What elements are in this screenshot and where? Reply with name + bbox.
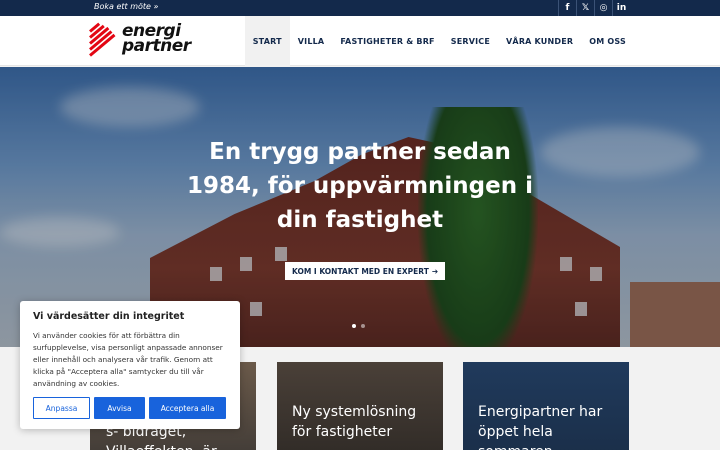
accept-all-button[interactable]: Acceptera alla (149, 397, 226, 419)
nav-item-villa[interactable]: VILLA (290, 16, 333, 66)
cookie-consent-banner: Vi värdesätter din integritet Vi använde… (20, 301, 240, 429)
nav-item-vara-kunder[interactable]: VÅRA KUNDER (498, 16, 581, 66)
slider-dot[interactable] (361, 324, 365, 328)
card-title-line: öppet hela (478, 424, 553, 440)
cookie-buttons: Anpassa Avvisa Acceptera alla (33, 397, 226, 419)
main-nav: START VILLA FASTIGHETER & BRF SERVICE VÅ… (244, 16, 634, 66)
top-bar: Boka ett möte » f 𝕏 ◎ in (0, 0, 720, 16)
news-card[interactable]: Energipartner har öppet hela sommaren (463, 362, 629, 450)
social-links: f 𝕏 ◎ in (558, 0, 630, 16)
nav-item-start[interactable]: START (244, 16, 290, 66)
slider-dots (352, 324, 365, 328)
news-card[interactable]: Ny systemlösning för fastigheter (277, 362, 443, 450)
book-meeting-label[interactable]: Boka ett möte (94, 2, 151, 11)
facebook-icon[interactable]: f (558, 0, 576, 16)
hero-title: En trygg partner sedan 1984, för uppvärm… (170, 135, 550, 237)
card-title-line: sommaren (478, 442, 619, 450)
instagram-icon[interactable]: ◎ (594, 0, 612, 16)
card-title-line: Energipartner har (478, 404, 603, 420)
nav-item-fastigheter-brf[interactable]: FASTIGHETER & BRF (332, 16, 442, 66)
hero-title-line: En trygg partner sedan (209, 139, 511, 165)
book-meeting-link[interactable]: Boka ett möte » (94, 2, 158, 11)
x-icon[interactable]: 𝕏 (576, 0, 594, 16)
reject-button[interactable]: Avvisa (94, 397, 145, 419)
card-title-line: för fastigheter (292, 424, 393, 440)
news-card-title: Ny systemlösning för fastigheter (292, 402, 433, 442)
nav-item-service[interactable]: SERVICE (443, 16, 498, 66)
arrow-right-icon: ➔ (431, 266, 439, 276)
contact-expert-label: KOM I KONTAKT MED EN EXPERT (292, 266, 429, 276)
logo-wordmark: energi partner (122, 23, 191, 56)
logo-line-partner: partner (122, 36, 191, 56)
linkedin-icon[interactable]: in (612, 0, 630, 16)
cookie-title: Vi värdesätter din integritet (33, 311, 185, 322)
double-chevron-right-icon: » (153, 2, 159, 11)
slider-dot[interactable] (352, 324, 356, 328)
site-header: energi partner START VILLA FASTIGHETER &… (0, 16, 720, 66)
hero-title-line: din fastighet (276, 207, 444, 233)
card-title-line: Villaeffekten, är (106, 442, 246, 450)
logo-mark (89, 22, 120, 57)
contact-expert-button[interactable]: KOM I KONTAKT MED EN EXPERT ➔ (285, 262, 446, 280)
customize-button[interactable]: Anpassa (33, 397, 90, 419)
cookie-text: Vi använder cookies för att förbättra di… (33, 331, 223, 388)
news-card-title: Energipartner har öppet hela sommaren (478, 402, 619, 450)
card-title-line: Ny systemlösning (292, 404, 417, 420)
energipartner-logo[interactable]: energi partner (89, 22, 210, 58)
hero-title-line: 1984, för uppvärmningen i (187, 173, 533, 199)
nav-item-om-oss[interactable]: OM OSS (581, 16, 634, 66)
